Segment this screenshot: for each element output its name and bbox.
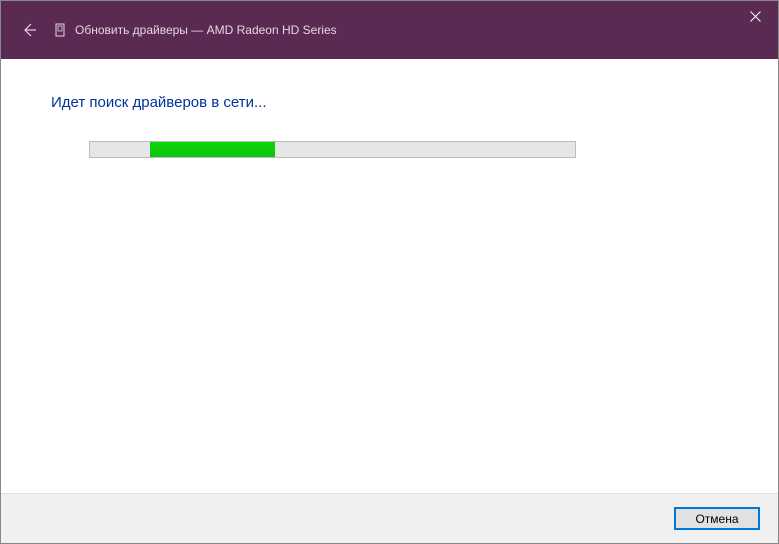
window-title: Обновить драйверы — AMD Radeon HD Series [75,23,337,37]
status-heading: Идет поиск драйверов в сети... [51,94,728,111]
close-button[interactable] [732,1,778,31]
close-icon [750,11,761,22]
dialog-window: Обновить драйверы — AMD Radeon HD Series… [0,0,779,544]
progress-fill [150,142,275,157]
footer: Отмена [1,493,778,543]
cancel-button[interactable]: Отмена [674,507,760,530]
progress-bar [89,141,576,158]
arrow-left-icon [21,22,37,38]
device-icon [53,22,67,38]
content-area: Идет поиск драйверов в сети... [1,59,778,158]
titlebar: Обновить драйверы — AMD Radeon HD Series [1,1,778,59]
back-button[interactable] [19,20,39,40]
